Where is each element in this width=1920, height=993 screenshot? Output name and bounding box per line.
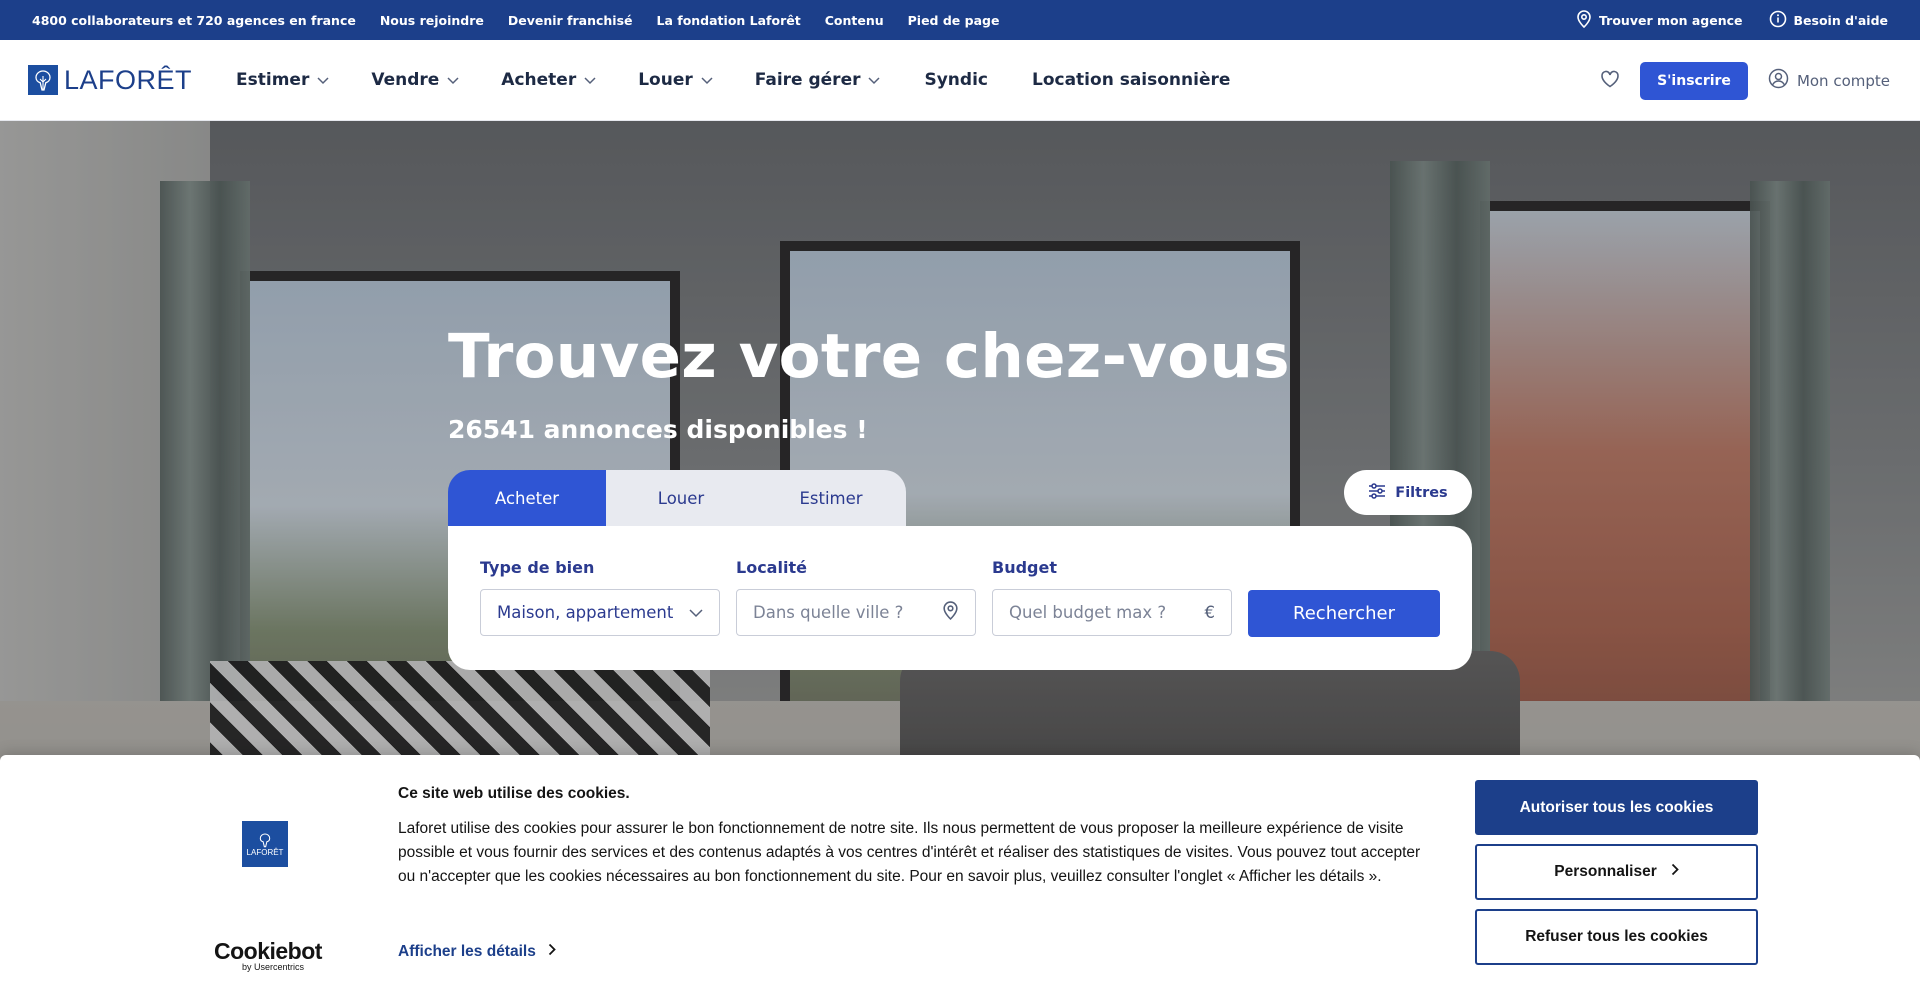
heart-icon[interactable] bbox=[1600, 70, 1620, 92]
account-label: Mon compte bbox=[1796, 71, 1890, 90]
cookie-title: Ce site web utilise des cookies. bbox=[398, 785, 630, 802]
chevron-down-icon bbox=[701, 70, 713, 90]
location-pin-icon bbox=[942, 601, 959, 624]
location-placeholder: Dans quelle ville ? bbox=[753, 603, 904, 622]
help-label: Besoin d'aide bbox=[1793, 12, 1889, 28]
customize-cookies-button[interactable]: Personnaliser bbox=[1475, 844, 1758, 900]
nav-item-label: Louer bbox=[638, 70, 693, 90]
nav-item-syndic[interactable]: Syndic bbox=[924, 70, 988, 90]
signup-button[interactable]: S'inscrire bbox=[1640, 61, 1748, 100]
nav-item-label: Acheter bbox=[501, 70, 577, 90]
nav-item-estimer[interactable]: Estimer bbox=[236, 70, 329, 90]
find-agency-label: Trouver mon agence bbox=[1599, 12, 1743, 28]
chevron-right-icon bbox=[1671, 863, 1679, 881]
chevron-down-icon bbox=[317, 70, 329, 90]
logo-wordmark: LAFORÊT bbox=[64, 64, 193, 95]
property-type-label: Type de bien bbox=[480, 558, 595, 577]
budget-field: Budget Quel budget max ? € bbox=[992, 558, 1232, 636]
nav-item-faire-gerer[interactable]: Faire gérer bbox=[755, 70, 881, 90]
euro-icon: € bbox=[1204, 603, 1216, 622]
main-navigation: LAFORÊT Estimer Vendre Acheter Louer Fai… bbox=[0, 40, 1920, 121]
nav-item-acheter[interactable]: Acheter bbox=[501, 70, 596, 90]
utility-link-content[interactable]: Contenu bbox=[825, 13, 884, 28]
chevron-down-icon bbox=[447, 70, 459, 90]
info-icon bbox=[1769, 10, 1787, 31]
chevron-down-icon bbox=[584, 70, 596, 90]
nav-item-label: Vendre bbox=[371, 70, 440, 90]
nav-item-label: Faire gérer bbox=[754, 70, 861, 90]
laforet-logo[interactable]: LAFORÊT bbox=[28, 65, 192, 96]
cookie-logo-text: LAFORÊT bbox=[246, 847, 284, 857]
property-type-field: Type de bien Maison, appartement bbox=[480, 558, 720, 636]
nav-menu: Estimer Vendre Acheter Louer Faire gérer… bbox=[236, 70, 1230, 90]
nav-item-vendre[interactable]: Vendre bbox=[371, 70, 459, 90]
allow-all-cookies-button[interactable]: Autoriser tous les cookies bbox=[1475, 780, 1758, 835]
search-button[interactable]: Rechercher bbox=[1248, 590, 1440, 637]
utility-links: 4800 collaborateurs et 720 agences en fr… bbox=[32, 13, 999, 28]
chevron-down-icon bbox=[689, 603, 703, 622]
top-utility-bar: 4800 collaborateurs et 720 agences en fr… bbox=[0, 0, 1920, 40]
filters-button[interactable]: Filtres bbox=[1344, 470, 1472, 515]
property-type-select[interactable]: Maison, appartement bbox=[480, 589, 720, 636]
refuse-all-label: Refuser tous les cookies bbox=[1525, 928, 1708, 945]
cookie-text: Ce site web utilise des cookies. Laforet… bbox=[398, 785, 1428, 889]
account-link[interactable]: Mon compte bbox=[1768, 68, 1890, 93]
tree-logo-icon bbox=[28, 65, 58, 95]
utility-link-franchise[interactable]: Devenir franchisé bbox=[508, 13, 633, 28]
cookie-details-link[interactable]: Afficher les détails bbox=[398, 943, 556, 961]
location-input[interactable]: Dans quelle ville ? bbox=[736, 589, 976, 636]
nav-item-label: Location saisonnière bbox=[1032, 70, 1231, 90]
nav-item-label: Syndic bbox=[924, 70, 988, 90]
search-tabs: Acheter Louer Estimer bbox=[448, 470, 906, 526]
filters-label: Filtres bbox=[1395, 484, 1448, 501]
utility-link-join[interactable]: Nous rejoindre bbox=[380, 13, 484, 28]
budget-label: Budget bbox=[992, 558, 1057, 577]
chevron-right-icon bbox=[548, 943, 556, 961]
tab-estimer[interactable]: Estimer bbox=[756, 470, 906, 526]
cookie-details-label: Afficher les détails bbox=[398, 943, 536, 960]
help-link[interactable]: Besoin d'aide bbox=[1769, 10, 1889, 31]
nav-item-louer[interactable]: Louer bbox=[638, 70, 713, 90]
cookie-banner: LAFORÊT Cookiebot by Usercentrics Ce sit… bbox=[0, 755, 1920, 993]
cookie-body: Laforet utilise des cookies pour assurer… bbox=[398, 820, 1421, 885]
property-type-value: Maison, appartement bbox=[497, 603, 674, 622]
nav-right-actions: S'inscrire Mon compte bbox=[1600, 40, 1890, 121]
cookiebot-logo[interactable]: Cookiebot by Usercentrics bbox=[214, 938, 322, 972]
tab-acheter[interactable]: Acheter bbox=[448, 470, 606, 526]
user-circle-icon bbox=[1768, 68, 1789, 93]
utility-link-collaborators[interactable]: 4800 collaborateurs et 720 agences en fr… bbox=[32, 13, 356, 28]
utility-right: Trouver mon agence Besoin d'aide bbox=[1576, 9, 1889, 31]
find-agency-link[interactable]: Trouver mon agence bbox=[1576, 9, 1743, 31]
nav-item-label: Estimer bbox=[236, 70, 310, 90]
location-field: Localité Dans quelle ville ? bbox=[736, 558, 976, 636]
allow-all-label: Autoriser tous les cookies bbox=[1519, 798, 1714, 816]
tab-louer[interactable]: Louer bbox=[606, 470, 756, 526]
cookiebot-wordmark: Cookiebot bbox=[214, 938, 322, 964]
chevron-down-icon bbox=[868, 70, 881, 90]
nav-item-location-saisonniere[interactable]: Location saisonnière bbox=[1032, 70, 1230, 90]
hero-title: Trouvez votre chez-vous bbox=[448, 321, 1290, 392]
search-panel: Type de bien Maison, appartement Localit… bbox=[448, 526, 1472, 670]
refuse-all-cookies-button[interactable]: Refuser tous les cookies bbox=[1475, 909, 1758, 965]
utility-link-footer[interactable]: Pied de page bbox=[908, 13, 1000, 28]
listing-count: 26541 annonces disponibles ! bbox=[448, 415, 868, 444]
location-label: Localité bbox=[736, 558, 807, 577]
budget-input[interactable]: Quel budget max ? € bbox=[992, 589, 1232, 636]
sliders-icon bbox=[1368, 482, 1386, 503]
cookie-company-logo: LAFORÊT bbox=[242, 821, 288, 867]
budget-placeholder: Quel budget max ? bbox=[1009, 603, 1167, 622]
customize-label: Personnaliser bbox=[1554, 863, 1657, 880]
utility-link-foundation[interactable]: La fondation Laforêt bbox=[657, 13, 801, 28]
location-pin-icon bbox=[1576, 9, 1592, 31]
